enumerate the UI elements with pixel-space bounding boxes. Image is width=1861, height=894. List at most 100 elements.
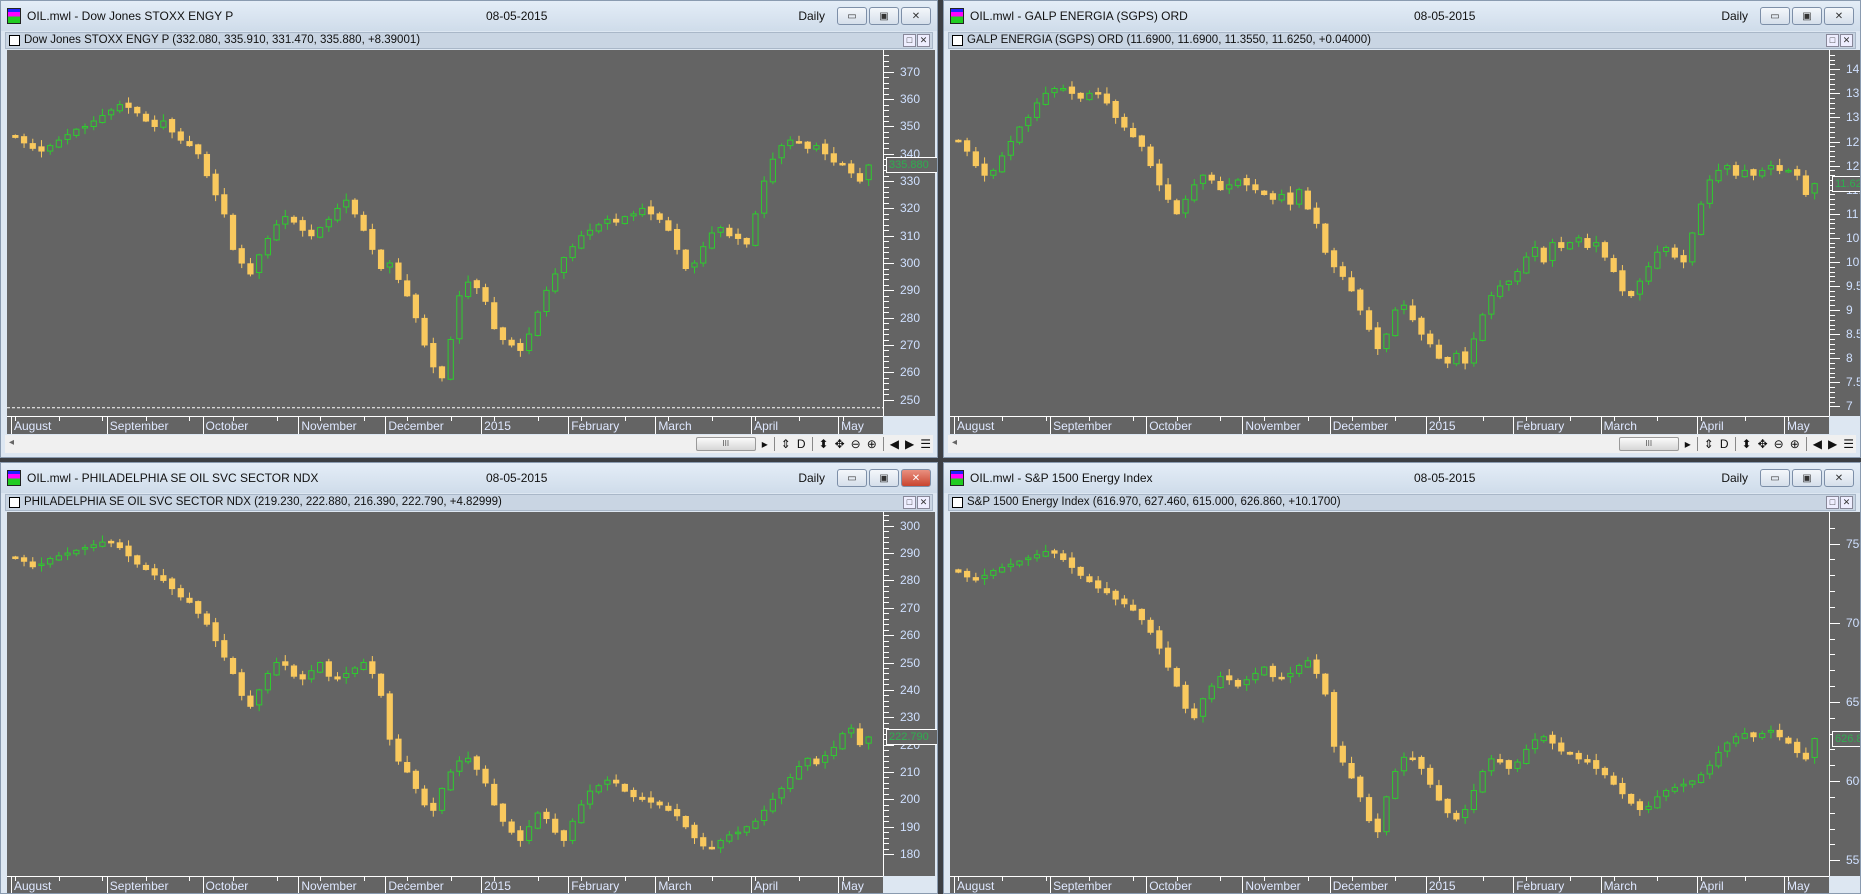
maximize-button[interactable]: ▣	[1792, 7, 1822, 25]
minimize-button[interactable]: ▭	[837, 7, 867, 25]
x-tick	[58, 417, 60, 421]
draw-icon[interactable]: D	[1720, 437, 1729, 451]
candle	[856, 723, 864, 748]
close-button[interactable]: ✕	[1824, 7, 1854, 25]
price-chart-pane[interactable]	[950, 50, 1829, 416]
window-title-bar[interactable]: OIL.mwl - GALP ENERGIA (SGPS) ORD 08-05-…	[944, 1, 1860, 31]
candle-body	[1593, 760, 1600, 769]
candle	[981, 568, 988, 585]
y-tick-label: 9.5	[1846, 278, 1860, 293]
previous-icon[interactable]: ◀	[890, 437, 899, 451]
pane-maximize-icon[interactable]: □	[903, 34, 916, 47]
maximize-button[interactable]: ▣	[869, 7, 899, 25]
scroll-right-button[interactable]: ▸	[762, 437, 768, 451]
candle-body	[981, 163, 988, 176]
scroll-left-button[interactable]: ◂	[9, 437, 14, 448]
pane-close-icon[interactable]: ✕	[917, 496, 930, 509]
next-icon[interactable]: ▶	[1828, 437, 1837, 451]
minimize-button[interactable]: ▭	[1760, 7, 1790, 25]
candle	[717, 225, 724, 238]
candle-body	[1313, 659, 1320, 674]
candle	[787, 773, 794, 793]
x-tick	[145, 417, 147, 421]
y-minor-tick	[884, 77, 889, 79]
window-title-bar[interactable]: OIL.mwl - S&P 1500 Energy Index 08-05-20…	[944, 463, 1860, 493]
candlestick-chart	[12, 535, 872, 853]
y-minor-tick	[884, 684, 889, 686]
candle-body	[1741, 733, 1748, 739]
y-minor-tick	[884, 640, 889, 642]
candle	[177, 128, 184, 144]
window-title-bar[interactable]: OIL.mwl - PHILADELPHIA SE OIL SVC SECTOR…	[1, 463, 937, 493]
price-axis[interactable]: 1801902002102202302402502602702802903002…	[883, 512, 937, 876]
close-button[interactable]: ✕	[1824, 469, 1854, 487]
price-axis[interactable]: 550 600 650 700 750 626.860	[1829, 512, 1860, 876]
candle-body	[787, 776, 794, 789]
zoom-out-icon[interactable]: ⊖	[1774, 437, 1784, 451]
minimize-button[interactable]: ▭	[837, 469, 867, 487]
candle-body	[473, 280, 480, 289]
minimize-button[interactable]: ▭	[1760, 469, 1790, 487]
candle	[1121, 595, 1128, 608]
maximize-button[interactable]: ▣	[1792, 469, 1822, 487]
candle	[1339, 741, 1346, 766]
menu-icon[interactable]: ☰	[1843, 437, 1854, 451]
pane-maximize-icon[interactable]: □	[1826, 34, 1839, 47]
window-title-bar[interactable]: OIL.mwl - Dow Jones STOXX ENGY P 08-05-2…	[1, 1, 937, 31]
y-tick-label: 260	[900, 365, 921, 380]
candle-body	[1575, 237, 1582, 243]
y-minor-tick	[884, 312, 889, 314]
price-chart-pane[interactable]	[950, 512, 1829, 876]
candle-body	[99, 541, 106, 547]
draw-icon[interactable]: D	[797, 437, 806, 451]
next-icon[interactable]: ▶	[905, 437, 914, 451]
x-tick	[1395, 877, 1397, 881]
candle-body	[290, 665, 298, 677]
candle-body	[412, 294, 419, 319]
pan-icon[interactable]: ✥	[1758, 437, 1768, 451]
pane-close-icon[interactable]: ✕	[1840, 34, 1853, 47]
pane-maximize-icon[interactable]: □	[1826, 496, 1839, 509]
vertical-zoom-icon[interactable]: ⬍	[1742, 437, 1752, 451]
menu-icon[interactable]: ☰	[920, 437, 931, 451]
candle-body	[1523, 256, 1530, 274]
candle-body	[1077, 566, 1084, 576]
candle-body	[1296, 665, 1303, 674]
refresh-icon[interactable]: ⇕	[781, 437, 791, 451]
price-chart-pane[interactable]	[7, 50, 883, 416]
price-axis[interactable]: 250 260 270 280 290 300 310 320 330 340 350 360 370 3…	[883, 50, 937, 416]
scroll-right-button[interactable]: ▸	[1685, 437, 1691, 451]
zoom-in-icon[interactable]: ⊕	[1790, 437, 1800, 451]
y-minor-tick	[884, 241, 889, 243]
previous-icon[interactable]: ◀	[1813, 437, 1822, 451]
x-tick	[668, 417, 670, 421]
y-minor-tick	[884, 137, 889, 139]
pan-icon[interactable]: ✥	[835, 437, 845, 451]
candle-body	[1033, 554, 1041, 559]
pane-close-icon[interactable]: ✕	[1840, 496, 1853, 509]
candle	[848, 160, 855, 178]
pane-maximize-icon[interactable]: □	[903, 496, 916, 509]
scrollbar-thumb[interactable]: III	[1618, 437, 1679, 451]
refresh-icon[interactable]: ⇕	[1704, 437, 1714, 451]
y-minor-tick	[884, 230, 889, 232]
candle	[1095, 87, 1102, 99]
scrollbar-thumb[interactable]: III	[695, 437, 756, 451]
price-chart-pane[interactable]	[7, 512, 883, 876]
zoom-in-icon[interactable]: ⊕	[867, 437, 877, 451]
zoom-out-icon[interactable]: ⊖	[851, 437, 861, 451]
y-minor-tick	[884, 624, 889, 626]
maximize-button[interactable]: ▣	[869, 469, 899, 487]
pane-close-icon[interactable]: ✕	[917, 34, 930, 47]
vertical-zoom-icon[interactable]: ⬍	[819, 437, 829, 451]
candle-body	[1802, 175, 1810, 195]
x-tick	[1569, 417, 1571, 421]
close-button[interactable]: ✕	[901, 469, 931, 487]
candle-body	[856, 173, 864, 182]
price-axis[interactable]: 77.588.599.51010.51111.51212.51313.51411…	[1829, 50, 1860, 416]
scroll-left-button[interactable]: ◂	[952, 437, 957, 448]
candle	[1086, 90, 1093, 101]
y-tick	[884, 317, 894, 319]
close-button[interactable]: ✕	[901, 7, 931, 25]
candle-body	[1540, 247, 1547, 263]
